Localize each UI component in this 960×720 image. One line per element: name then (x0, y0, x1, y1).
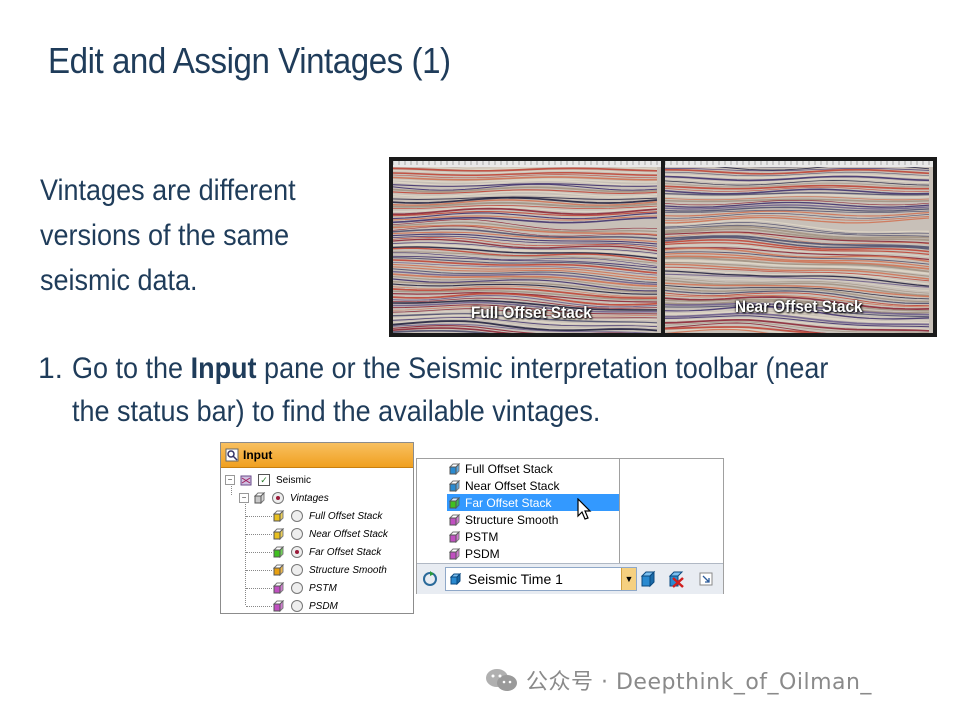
vintage-radio[interactable] (291, 600, 303, 612)
seismic-cube-icon (450, 573, 462, 585)
refresh-icon[interactable] (421, 570, 439, 588)
wechat-icon (486, 669, 517, 691)
seismic-image-comparison: Full Offset Stack Near Offset Stack (389, 157, 937, 337)
delete-seismic-icon[interactable] (667, 570, 685, 588)
vintage-dropdown-area: Full Offset Stack Near Offset Stack Far Of… (416, 458, 724, 594)
tree-node-vintage[interactable]: PSTM (273, 579, 337, 597)
seismic-checkbox[interactable]: ✓ (258, 474, 270, 486)
dropdown-item-label: Full Offset Stack (465, 461, 553, 476)
tree-node-seismic[interactable]: − ✓ Seismic (225, 471, 311, 489)
dropdown-item[interactable]: Structure Smooth (447, 511, 619, 528)
tree-node-vintages[interactable]: − Vintages (239, 489, 329, 507)
input-pane: Input − ✓ Seismic − Vintages Full Offset Stac… (220, 442, 414, 614)
vintage-radio[interactable] (291, 582, 303, 594)
dropdown-item[interactable]: PSDM (447, 545, 619, 562)
tree-label: Full Offset Stack (309, 510, 383, 522)
tree-node-vintage[interactable]: PSDM (273, 597, 338, 615)
seismic-panel-full-offset: Full Offset Stack (393, 161, 661, 333)
tree-line (246, 534, 272, 535)
seismic-cube-icon (449, 479, 461, 492)
vintage-dropdown-list: Full Offset Stack Near Offset Stack Far Of… (445, 459, 620, 563)
search-icon (225, 448, 239, 462)
input-pane-header[interactable]: Input (221, 443, 413, 468)
seismic-cube-icon (273, 600, 285, 612)
tree-label: Far Offset Stack (309, 546, 382, 558)
seismic-cube-icon (449, 513, 461, 526)
step-text: Go to the Input pane or the Seismic inte… (72, 347, 846, 433)
dropdown-item[interactable]: PSTM (447, 528, 619, 545)
tree-label: PSTM (309, 582, 337, 594)
tree-line (246, 570, 272, 571)
tree-line (246, 552, 272, 553)
seismic-cube-icon (449, 496, 461, 509)
seismic-cube-icon (449, 462, 461, 475)
seismic-cube-icon (273, 510, 285, 522)
vintage-radio[interactable] (291, 510, 303, 522)
dropdown-item-label: Structure Smooth (465, 512, 559, 527)
toolbar-options-icon[interactable] (699, 572, 713, 586)
slide-title: Edit and Assign Vintages (1) (48, 40, 451, 81)
tree-line (246, 606, 272, 607)
dropdown-item-label: PSDM (465, 546, 500, 561)
seismic-label-right: Near Offset Stack (735, 297, 863, 316)
tree-node-vintage[interactable]: Full Offset Stack (273, 507, 382, 525)
seismic-cube-icon (273, 546, 285, 558)
dropdown-item-label: PSTM (465, 529, 499, 544)
tree-node-vintage[interactable]: Far Offset Stack (273, 543, 381, 561)
step-text-bold: Input (190, 352, 257, 385)
collapse-icon[interactable]: − (225, 475, 235, 485)
mouse-cursor-icon (577, 498, 592, 520)
dropdown-item[interactable]: Far Offset Stack (447, 494, 619, 511)
tree-node-vintage[interactable]: Structure Smooth (273, 561, 387, 579)
seismic-label-left: Full Offset Stack (471, 303, 592, 322)
tree-label: PSDM (309, 600, 338, 612)
step-text-before: Go to the (72, 352, 191, 385)
seismic-interpretation-toolbar: Seismic Time 1 ▼ (417, 563, 723, 594)
watermark-text: 公众号 · Deepthink_of_Oilman_ (526, 670, 872, 695)
tree-line (246, 516, 272, 517)
dropdown-item-label: Far Offset Stack (465, 495, 552, 510)
tree-node-vintage[interactable]: Near Offset Stack (273, 525, 388, 543)
vintages-folder-icon (254, 492, 266, 504)
tree-label: Near Offset Stack (309, 528, 388, 540)
seismic-cube-icon (273, 528, 285, 540)
vintage-radio[interactable] (291, 564, 303, 576)
seismic-folder-icon (240, 475, 252, 486)
dropdown-item[interactable]: Full Offset Stack (447, 460, 619, 477)
seismic-cube-icon (273, 564, 285, 576)
seismic-panel-near-offset: Near Offset Stack (665, 161, 933, 333)
chevron-down-icon[interactable]: ▼ (621, 568, 636, 590)
tree-label: Structure Smooth (309, 564, 387, 576)
seismic-settings-icon[interactable] (639, 570, 657, 588)
step-number: 1. (38, 352, 64, 385)
tree-label: Vintages (290, 492, 329, 504)
seismic-cube-icon (449, 547, 461, 560)
vintage-combo-box[interactable]: Seismic Time 1 ▼ (445, 567, 637, 591)
seismic-cube-icon (273, 582, 285, 594)
vintages-radio[interactable] (272, 492, 284, 504)
watermark: 公众号 · Deepthink_of_Oilman_ (484, 664, 872, 696)
combo-value: Seismic Time 1 (468, 571, 563, 587)
dropdown-item-label: Near Offset Stack (465, 478, 560, 493)
tree-label: Seismic (276, 474, 312, 486)
vintage-radio[interactable] (291, 528, 303, 540)
collapse-icon[interactable]: − (239, 493, 249, 503)
vintage-radio[interactable] (291, 546, 303, 558)
input-pane-title: Input (243, 448, 273, 462)
tree-line (246, 588, 272, 589)
dropdown-item[interactable]: Near Offset Stack (447, 477, 619, 494)
intro-text: Vintages are different versions of the s… (40, 174, 296, 297)
seismic-cube-icon (449, 530, 461, 543)
